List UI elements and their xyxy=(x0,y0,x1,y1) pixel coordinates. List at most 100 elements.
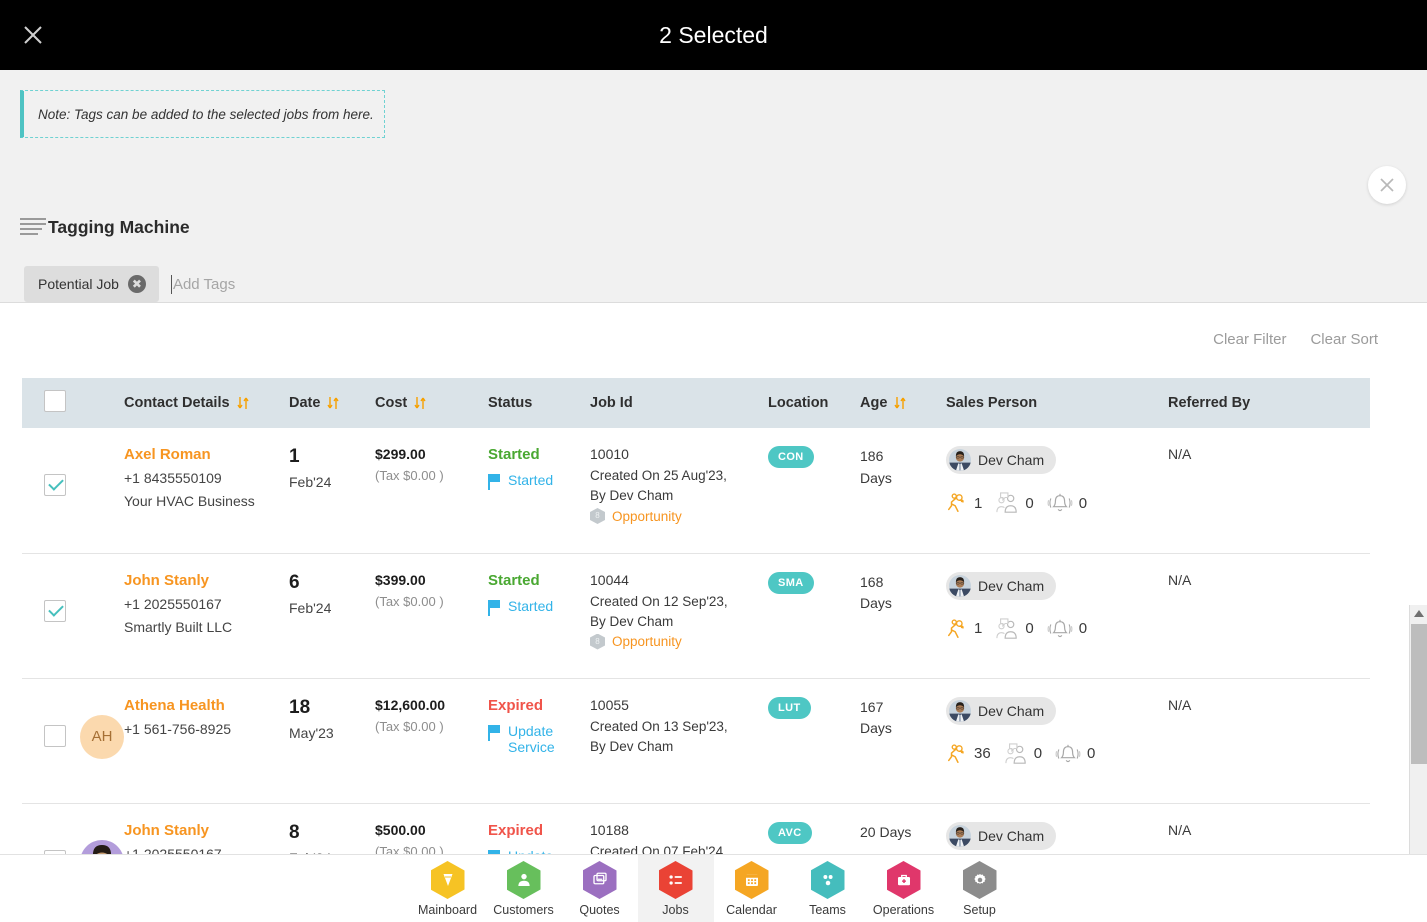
tag-chip[interactable]: Potential Job ✖ xyxy=(24,266,159,302)
status-action-link[interactable]: Started xyxy=(488,598,580,616)
avatar-photo xyxy=(80,839,124,855)
cell-age: 20 Days xyxy=(860,803,946,855)
cost-amount: $399.00 xyxy=(375,571,426,588)
status-badge: Expired xyxy=(488,696,544,714)
nav-item-teams[interactable]: Teams xyxy=(790,855,866,922)
grid-toolbar: Clear Filter Clear Sort xyxy=(1213,331,1392,348)
opportunity-badge[interactable]: Opportunity xyxy=(590,508,768,524)
contact-name[interactable]: Athena Health xyxy=(124,697,289,714)
col-select xyxy=(22,378,124,428)
col-label: Sales Person xyxy=(946,395,1038,411)
cell-status: Started Started xyxy=(488,428,590,554)
sales-person-badge[interactable]: Dev Cham xyxy=(946,446,1057,474)
contact-phone: +1 8435550109 xyxy=(124,470,222,486)
sort-icon[interactable] xyxy=(327,396,340,410)
cell-job-id: 10010 Created On 25 Aug'23, By Dev Cham … xyxy=(590,428,768,554)
job-created-on: Created On 25 Aug'23, xyxy=(590,468,727,483)
sort-icon[interactable] xyxy=(236,396,250,410)
select-all-checkbox[interactable] xyxy=(44,390,66,412)
col-age[interactable]: Age xyxy=(860,378,946,428)
metric-people[interactable]: 0 xyxy=(1004,742,1043,765)
clear-sort-link[interactable]: Clear Sort xyxy=(1310,331,1378,348)
cell-referred-by: N/A xyxy=(1168,803,1370,855)
table-row[interactable]: John Stanly +1 2025550167 Smartly Built … xyxy=(22,553,1370,679)
metric-tasks[interactable]: 36 xyxy=(946,743,991,765)
sales-person-badge[interactable]: Dev Cham xyxy=(946,696,1057,725)
add-tags-placeholder: Add Tags xyxy=(172,275,236,293)
cell-age: 186 Days xyxy=(860,428,946,554)
metric-people[interactable]: 0 xyxy=(995,617,1034,640)
contact-name[interactable]: John Stanly xyxy=(124,822,289,839)
metric-tasks[interactable]: 1 xyxy=(946,618,982,640)
sales-person-avatar xyxy=(949,449,971,471)
row-checkbox[interactable] xyxy=(44,724,66,747)
col-cost[interactable]: Cost xyxy=(375,378,488,428)
opportunity-badge[interactable]: Opportunity xyxy=(590,633,768,650)
col-contact-details[interactable]: Contact Details xyxy=(124,378,289,428)
calendar-icon xyxy=(734,861,769,899)
sort-icon[interactable] xyxy=(414,396,427,410)
bell-icon xyxy=(1055,744,1081,762)
tag-remove-icon[interactable]: ✖ xyxy=(127,275,146,293)
nav-item-jobs[interactable]: Jobs xyxy=(637,855,714,922)
metric-alerts[interactable]: 0 xyxy=(1055,743,1095,765)
status-action-link[interactable]: Update Service xyxy=(488,723,580,755)
cell-contact-details: Axel Roman +1 8435550109 Your HVAC Busin… xyxy=(124,428,289,554)
nav-item-mainboard[interactable]: Mainboard xyxy=(410,855,486,922)
contact-name[interactable]: Axel Roman xyxy=(124,446,289,463)
operations-icon xyxy=(886,861,921,899)
panel-close-icon[interactable] xyxy=(1368,166,1406,204)
table-row[interactable]: John Stanly +1 2025550167 8 Feb'24 $500.… xyxy=(22,803,1370,855)
cell-select xyxy=(22,428,124,554)
add-tags-input[interactable]: Add Tags xyxy=(170,274,236,294)
vertical-scrollbar-thumb[interactable] xyxy=(1411,624,1427,764)
col-label: Referred By xyxy=(1168,395,1251,411)
nav-item-operations[interactable]: Operations xyxy=(866,855,942,922)
metric-people-count: 0 xyxy=(1033,745,1043,762)
sales-person-badge[interactable]: Dev Cham xyxy=(946,821,1057,850)
sales-person-badge[interactable]: Dev Cham xyxy=(946,571,1057,600)
bottom-navigation: Mainboard Customers Quotes Jobs Calendar… xyxy=(0,854,1427,922)
location-badge: LUT xyxy=(768,696,811,719)
metric-tasks[interactable]: 1 xyxy=(946,492,982,514)
status-action-link[interactable]: Started xyxy=(488,472,580,490)
tags-input-row[interactable]: Potential Job ✖ Add Tags xyxy=(24,266,235,302)
job-created-by: By Dev Cham xyxy=(590,488,674,503)
metric-alerts[interactable]: 0 xyxy=(1047,618,1087,640)
metric-alerts-count: 0 xyxy=(1078,494,1088,512)
nav-item-customers[interactable]: Customers xyxy=(486,855,562,922)
col-location: Location xyxy=(768,378,860,428)
row-checkbox[interactable] xyxy=(44,599,66,622)
col-date[interactable]: Date xyxy=(289,378,375,428)
note-banner: Note: Tags can be added to the selected … xyxy=(20,90,385,138)
scroll-up-arrow[interactable] xyxy=(1410,605,1427,622)
sort-icon[interactable] xyxy=(894,396,907,410)
table-row[interactable]: AH Athena Health +1 561-756-8925 18 May'… xyxy=(22,678,1370,804)
metric-people[interactable]: 0 xyxy=(995,492,1034,514)
nav-item-quotes[interactable]: Quotes xyxy=(562,855,638,922)
referred-by-value: N/A xyxy=(1168,821,1192,838)
row-checkbox[interactable] xyxy=(44,474,66,496)
cell-age: 167 Days xyxy=(860,678,946,804)
nav-item-calendar[interactable]: Calendar xyxy=(714,855,790,922)
contact-business: Your HVAC Business xyxy=(124,493,255,509)
col-job-id: Job Id xyxy=(590,378,768,428)
people-chat-icon xyxy=(996,617,1018,639)
nav-item-setup[interactable]: Setup xyxy=(942,855,1018,922)
contact-name[interactable]: John Stanly xyxy=(124,572,289,589)
clear-filter-link[interactable]: Clear Filter xyxy=(1213,331,1286,348)
cell-referred-by: N/A xyxy=(1168,428,1370,554)
setup-icon xyxy=(962,861,997,899)
contact-phone: +1 561-756-8925 xyxy=(124,720,232,737)
age-value: 186 Days xyxy=(860,448,892,486)
sales-person-metrics: 1 0 0 xyxy=(946,492,1168,514)
sales-person-metrics: 36 0 0 xyxy=(946,742,1168,765)
col-label: Contact Details xyxy=(124,395,230,411)
metric-alerts[interactable]: 0 xyxy=(1047,492,1087,514)
avatar-initials: AH xyxy=(80,714,124,759)
cell-cost: $500.00 (Tax $0.00 ) xyxy=(375,803,488,855)
referred-by-value: N/A xyxy=(1168,446,1192,462)
customers-icon xyxy=(506,861,541,899)
table-row[interactable]: Axel Roman +1 8435550109 Your HVAC Busin… xyxy=(22,428,1370,554)
sales-person-avatar xyxy=(949,824,971,847)
